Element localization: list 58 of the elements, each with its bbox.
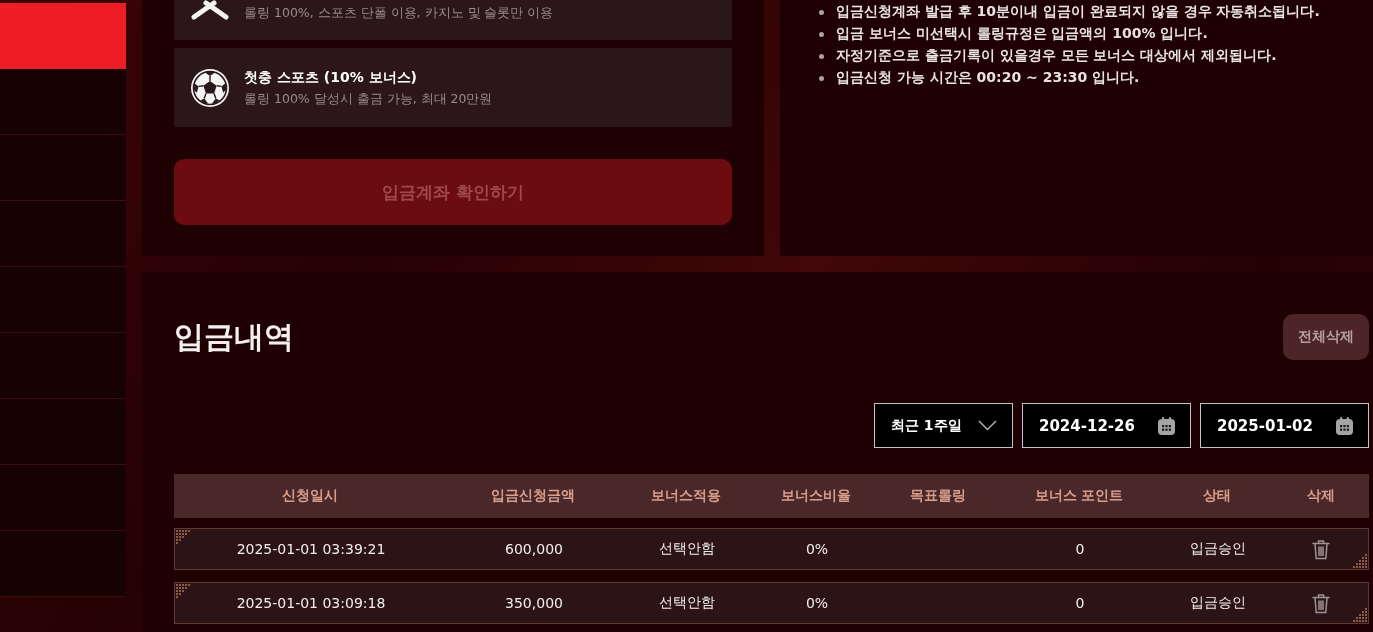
table-cell-text: 350,000 xyxy=(504,595,564,611)
sidebar-item[interactable] xyxy=(0,465,126,531)
bullet-icon xyxy=(819,75,824,81)
table-cell-text: 600,000 xyxy=(504,541,564,557)
table-cell-text: 0% xyxy=(804,541,830,557)
table-cell-text: 입금승인 xyxy=(1189,594,1247,612)
option-description: 롤링 100%, 스포츠 단폴 이용, 카지노 및 슬롯만 이용 xyxy=(244,4,554,21)
table-cell-text: 0 xyxy=(1074,541,1086,557)
bullet-icon xyxy=(819,53,824,59)
column-header: 삭제 xyxy=(1305,487,1336,505)
column-header: 보너스적용 xyxy=(650,487,722,505)
sidebar-item[interactable] xyxy=(0,69,126,135)
table-cell-text: 0% xyxy=(804,595,830,611)
column-header: 보너스 포인트 xyxy=(1033,487,1125,505)
corner-pattern-icon xyxy=(1353,608,1367,622)
sidebar-item[interactable] xyxy=(0,399,126,465)
notice-text: 입금 보너스 미선택시 롤링규정은 입금액의 100% 입니다. xyxy=(836,25,1208,43)
sidebar-item[interactable] xyxy=(0,201,126,267)
table-cell-text: 0 xyxy=(1074,595,1086,611)
calendar-icon xyxy=(1158,416,1175,435)
sidebar-item[interactable] xyxy=(0,267,126,333)
soccer-ball-icon xyxy=(190,67,230,108)
option-description: 롤링 100% 달성시 출금 가능, 최대 20만원 xyxy=(244,90,493,107)
column-header: 보너스비율 xyxy=(780,487,852,505)
section-title: 입금내역 xyxy=(174,317,294,356)
column-header: 입금신청금액 xyxy=(490,487,576,505)
column-header: 신청일시 xyxy=(281,487,339,505)
trash-icon[interactable] xyxy=(1311,538,1330,560)
chevron-down-icon xyxy=(978,420,997,431)
column-header: 상태 xyxy=(1202,487,1232,505)
notice-text: 입금신청계좌 발급 후 10분이내 입금이 완료되지 않을 경우 자동취소됩니다. xyxy=(836,3,1320,21)
bullet-icon xyxy=(819,31,824,37)
column-header: 목표롤링 xyxy=(909,487,967,505)
trash-icon[interactable] xyxy=(1311,592,1330,614)
sidebar-item[interactable] xyxy=(0,333,126,399)
sidebar-item[interactable] xyxy=(0,531,126,597)
calendar-icon xyxy=(1336,416,1353,435)
table-cell-text: 선택안함 xyxy=(658,594,716,612)
bonus-option-card[interactable]: 롤링 100%, 스포츠 단폴 이용, 카지노 및 슬롯만 이용 xyxy=(174,0,732,40)
corner-pattern-icon xyxy=(1353,554,1367,568)
period-select[interactable]: 최근 1주일 xyxy=(874,403,1013,448)
table-cell-text: 2025-01-01 03:39:21 xyxy=(235,541,387,557)
table-cell-text: 입금승인 xyxy=(1189,540,1247,558)
option-title: 첫충 스포츠 (10% 보너스) xyxy=(244,68,418,86)
sidebar-item[interactable] xyxy=(0,135,126,201)
bullet-icon xyxy=(819,9,824,15)
table-cell-text: 2025-01-01 03:09:18 xyxy=(235,595,387,611)
cross-icon xyxy=(190,0,230,20)
notice-text: 입금신청 가능 시간은 00:20 ~ 23:30 입니다. xyxy=(836,69,1140,87)
sidebar-item[interactable] xyxy=(0,3,126,69)
notice-text: 자정기준으로 출금기록이 있을경우 모든 보너스 대상에서 제외됩니다. xyxy=(836,47,1277,65)
table-cell-text: 선택안함 xyxy=(658,540,716,558)
date-field[interactable]: 2025-01-02 xyxy=(1200,403,1369,448)
date-field[interactable]: 2024-12-26 xyxy=(1022,403,1191,448)
bonus-option-card[interactable]: 첫충 스포츠 (10% 보너스) 롤링 100% 달성시 출금 가능, 최대 20만원 xyxy=(174,48,732,127)
delete-all-button[interactable]: 전체삭제 xyxy=(1283,314,1369,360)
corner-pattern-icon xyxy=(176,584,190,598)
corner-pattern-icon xyxy=(176,530,190,544)
